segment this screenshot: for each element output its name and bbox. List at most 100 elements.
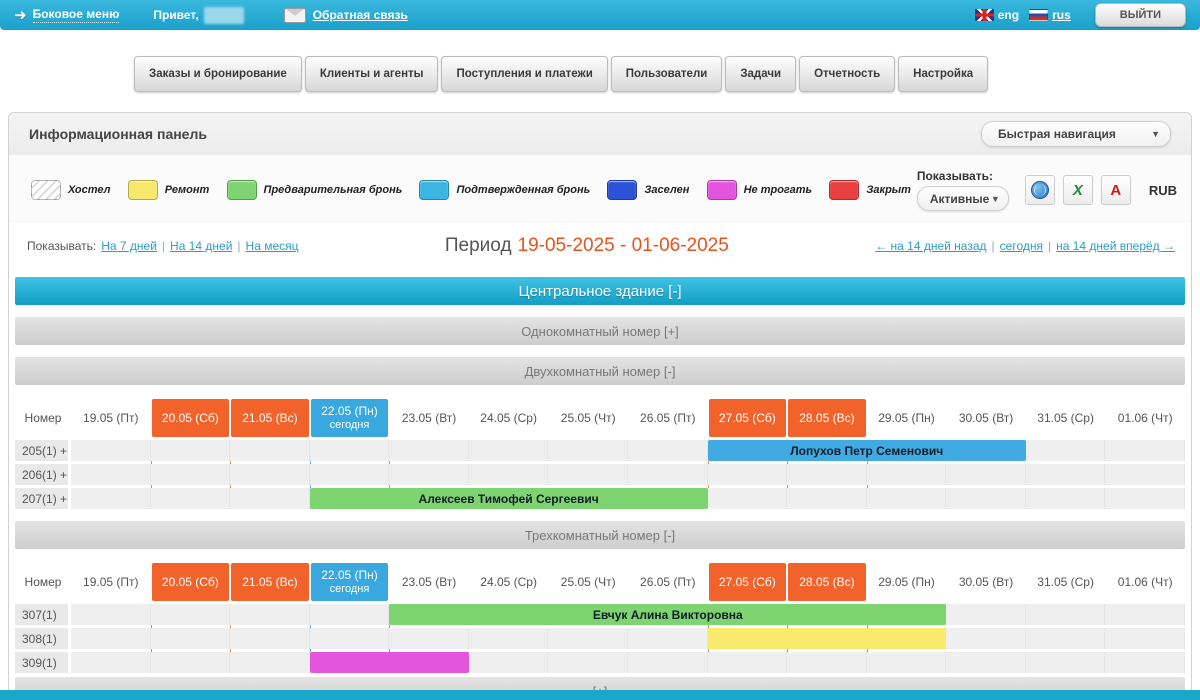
- calendar-cell[interactable]: [628, 440, 708, 461]
- calendar-cell[interactable]: [1105, 464, 1185, 485]
- calendar-cell[interactable]: [946, 628, 1026, 649]
- calendar-cell[interactable]: [469, 464, 549, 485]
- calendar-cell[interactable]: [230, 628, 310, 649]
- room-type-bar[interactable]: Трехкомнатный номер [-]: [15, 521, 1185, 549]
- room-type-bar[interactable]: Однокомнатный номер [+]: [15, 317, 1185, 345]
- building-header-bar[interactable]: Центральное здание [-]: [15, 277, 1185, 305]
- calendar-cell[interactable]: [1026, 604, 1106, 625]
- range-14-days-link[interactable]: На 14 дней: [170, 239, 232, 253]
- calendar-cell[interactable]: [310, 628, 390, 649]
- booking-bar[interactable]: Лопухов Петр Семенович: [708, 440, 1026, 461]
- booking-bar[interactable]: Евчук Алина Викторовна: [389, 604, 946, 625]
- calendar-cell[interactable]: [71, 488, 151, 509]
- calendar-cell[interactable]: [628, 628, 708, 649]
- calendar-cell[interactable]: [469, 628, 549, 649]
- excel-export-icon[interactable]: X: [1063, 175, 1093, 205]
- calendar-cell[interactable]: [71, 604, 151, 625]
- calendar-cell[interactable]: [310, 464, 390, 485]
- calendar-cell[interactable]: [708, 464, 788, 485]
- feedback-link[interactable]: Обратная связь: [313, 8, 408, 22]
- calendar-cell[interactable]: [230, 652, 310, 673]
- calendar-cell[interactable]: [867, 488, 947, 509]
- calendar-cell[interactable]: [1026, 628, 1106, 649]
- html-export-icon[interactable]: [1025, 175, 1055, 205]
- calendar-cell[interactable]: [1105, 604, 1185, 625]
- calendar-cell[interactable]: [1026, 488, 1106, 509]
- calendar-cell[interactable]: [71, 464, 151, 485]
- calendar-cell[interactable]: [708, 488, 788, 509]
- nav-tab-4[interactable]: Задачи: [725, 56, 796, 92]
- lang-rus[interactable]: rus: [1029, 8, 1071, 22]
- calendar-cell[interactable]: [787, 488, 867, 509]
- calendar-cell[interactable]: [1105, 652, 1185, 673]
- calendar-cell[interactable]: [230, 464, 310, 485]
- calendar-cell[interactable]: [469, 652, 549, 673]
- calendar-cell[interactable]: [71, 652, 151, 673]
- calendar-cell[interactable]: [1026, 652, 1106, 673]
- calendar-cell[interactable]: [708, 652, 788, 673]
- room-label[interactable]: 207(1) +: [15, 488, 68, 509]
- calendar-cell[interactable]: [310, 440, 390, 461]
- calendar-cell[interactable]: [787, 652, 867, 673]
- calendar-cell[interactable]: [1105, 488, 1185, 509]
- calendar-cell[interactable]: [230, 604, 310, 625]
- calendar-cell[interactable]: [548, 652, 628, 673]
- logout-button[interactable]: выйти: [1095, 3, 1186, 27]
- booking-bar[interactable]: [310, 652, 469, 673]
- calendar-cell[interactable]: [628, 464, 708, 485]
- range-7-days-link[interactable]: На 7 дней: [101, 239, 157, 253]
- nav-tab-3[interactable]: Пользователи: [611, 56, 723, 92]
- calendar-cell[interactable]: [946, 464, 1026, 485]
- quick-navigation-select[interactable]: Быстрая навигация ▼: [981, 121, 1171, 147]
- calendar-cell[interactable]: [946, 488, 1026, 509]
- calendar-cell[interactable]: [787, 464, 867, 485]
- nav-tab-6[interactable]: Настройка: [898, 56, 988, 92]
- room-label[interactable]: 307(1): [15, 604, 68, 625]
- room-type-bar[interactable]: Двухкомнатный номер [-]: [15, 357, 1185, 385]
- calendar-cell[interactable]: [946, 652, 1026, 673]
- booking-bar[interactable]: [708, 628, 947, 649]
- nav-tab-1[interactable]: Клиенты и агенты: [305, 56, 439, 92]
- calendar-cell[interactable]: [151, 488, 231, 509]
- calendar-cell[interactable]: [310, 604, 390, 625]
- calendar-cell[interactable]: [230, 488, 310, 509]
- calendar-cell[interactable]: [946, 604, 1026, 625]
- calendar-cell[interactable]: [548, 464, 628, 485]
- lang-eng[interactable]: eng: [975, 8, 1019, 22]
- range-month-link[interactable]: На месяц: [246, 239, 299, 253]
- nav-tab-5[interactable]: Отчетность: [799, 56, 895, 92]
- calendar-cell[interactable]: [71, 628, 151, 649]
- calendar-cell[interactable]: [548, 440, 628, 461]
- calendar-cell[interactable]: [548, 628, 628, 649]
- pdf-export-icon[interactable]: A: [1101, 175, 1131, 205]
- room-label[interactable]: 308(1): [15, 628, 68, 649]
- booking-bar[interactable]: Алексеев Тимофей Сергеевич: [310, 488, 708, 509]
- calendar-cell[interactable]: [469, 440, 549, 461]
- back-14-days-link[interactable]: ← на 14 дней назад: [875, 239, 986, 253]
- room-label[interactable]: 205(1) +: [15, 440, 68, 461]
- forward-14-days-link[interactable]: на 14 дней вперёд →: [1056, 239, 1175, 253]
- calendar-cell[interactable]: [71, 440, 151, 461]
- nav-tab-0[interactable]: Заказы и бронирование: [134, 56, 302, 92]
- calendar-cell[interactable]: [389, 464, 469, 485]
- calendar-cell[interactable]: [1026, 440, 1106, 461]
- show-filter-select[interactable]: Активные ▼: [917, 186, 1009, 211]
- calendar-cell[interactable]: [151, 604, 231, 625]
- calendar-cell[interactable]: [867, 464, 947, 485]
- side-menu-link[interactable]: Боковое меню: [33, 7, 120, 23]
- calendar-cell[interactable]: [1105, 628, 1185, 649]
- calendar-cell[interactable]: [230, 440, 310, 461]
- calendar-cell[interactable]: [151, 652, 231, 673]
- calendar-cell[interactable]: [1105, 440, 1185, 461]
- calendar-cell[interactable]: [1026, 464, 1106, 485]
- calendar-cell[interactable]: [389, 440, 469, 461]
- calendar-cell[interactable]: [389, 628, 469, 649]
- calendar-cell[interactable]: [151, 440, 231, 461]
- room-label[interactable]: 309(1): [15, 652, 68, 673]
- nav-tab-2[interactable]: Поступления и платежи: [441, 56, 607, 92]
- calendar-cell[interactable]: [151, 628, 231, 649]
- calendar-cell[interactable]: [867, 652, 947, 673]
- room-label[interactable]: 206(1) +: [15, 464, 68, 485]
- calendar-cell[interactable]: [151, 464, 231, 485]
- calendar-cell[interactable]: [628, 652, 708, 673]
